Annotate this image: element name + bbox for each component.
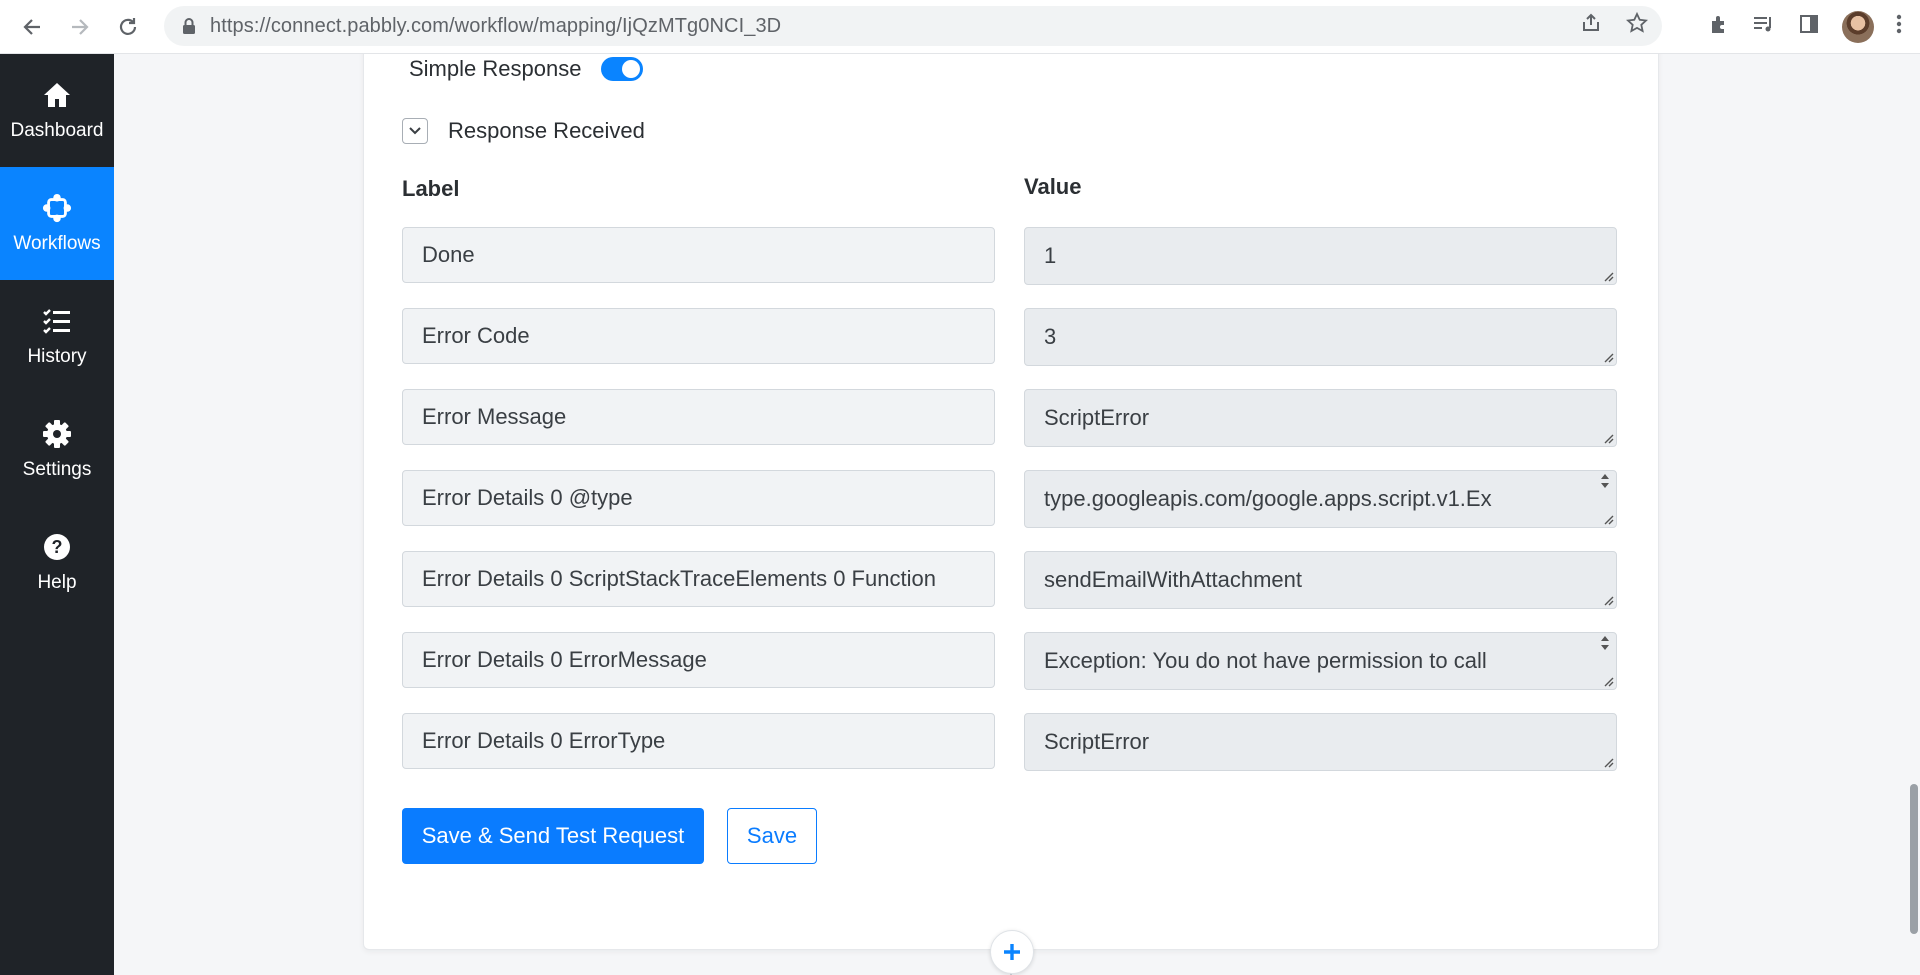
- history-icon: [42, 306, 72, 336]
- response-row: Error Details 0 ErrorType ScriptError: [402, 713, 1617, 771]
- label-field[interactable]: Error Details 0 ErrorType: [402, 713, 995, 769]
- svg-text:?: ?: [52, 537, 63, 557]
- scroll-down-icon[interactable]: [1600, 644, 1610, 651]
- resize-grip-icon[interactable]: [1600, 511, 1614, 525]
- star-icon[interactable]: [1625, 11, 1649, 40]
- extensions-icon[interactable]: [1708, 13, 1730, 41]
- scroll-up-icon[interactable]: [1600, 635, 1610, 642]
- scroll-up-icon[interactable]: [1600, 473, 1610, 480]
- value-column-header: Value: [1024, 174, 1082, 199]
- value-text: 3: [1044, 324, 1057, 349]
- label-column-header: Label: [402, 176, 460, 201]
- response-row: Done 1: [402, 227, 1617, 285]
- sidebar: Dashboard Workflows History Settings ? H…: [0, 54, 114, 975]
- resize-grip-icon[interactable]: [1600, 592, 1614, 606]
- share-icon[interactable]: [1580, 12, 1602, 40]
- value-field[interactable]: 1: [1024, 227, 1617, 285]
- forward-icon[interactable]: [60, 7, 100, 47]
- sidebar-item-help[interactable]: ? Help: [0, 506, 114, 619]
- main-content: Simple Response Response Received Label …: [114, 54, 1920, 975]
- response-row: Error Details 0 @type type.googleapis.co…: [402, 470, 1617, 528]
- gear-icon: [42, 419, 72, 449]
- response-row: Error Code 3: [402, 308, 1617, 366]
- sidebar-item-label: Help: [37, 571, 77, 593]
- workflow-icon: [42, 193, 72, 223]
- resize-grip-icon[interactable]: [1600, 754, 1614, 768]
- value-text: 1: [1044, 243, 1057, 268]
- response-row: Error Details 0 ScriptStackTraceElements…: [402, 551, 1617, 609]
- save-and-send-test-request-button[interactable]: Save & Send Test Request: [402, 808, 704, 864]
- resize-grip-icon[interactable]: [1600, 673, 1614, 687]
- label-field[interactable]: Error Code: [402, 308, 995, 364]
- label-field[interactable]: Done: [402, 227, 995, 283]
- menu-icon[interactable]: [1896, 13, 1902, 41]
- save-button[interactable]: Save: [727, 808, 817, 864]
- response-row: Error Details 0 ErrorMessage Exception: …: [402, 632, 1617, 690]
- lock-icon[interactable]: [182, 17, 196, 35]
- value-field[interactable]: ScriptError: [1024, 389, 1617, 447]
- simple-response-toggle[interactable]: [601, 57, 644, 81]
- value-field[interactable]: sendEmailWithAttachment: [1024, 551, 1617, 609]
- value-field[interactable]: Exception: You do not have permission to…: [1024, 632, 1617, 690]
- value-text: ScriptError: [1044, 729, 1150, 754]
- value-field[interactable]: ScriptError: [1024, 713, 1617, 771]
- plus-icon: [1004, 944, 1020, 960]
- sidepanel-icon[interactable]: [1798, 13, 1820, 41]
- sidebar-item-label: History: [27, 345, 87, 367]
- sidebar-item-label: Settings: [22, 458, 92, 480]
- add-step-button[interactable]: [990, 930, 1034, 974]
- sidebar-item-label: Dashboard: [10, 119, 104, 141]
- label-field[interactable]: Error Details 0 ErrorMessage: [402, 632, 995, 688]
- media-icon[interactable]: [1752, 13, 1776, 41]
- value-text: Exception: You do not have permission to…: [1044, 648, 1487, 673]
- url-text[interactable]: https://connect.pabbly.com/workflow/mapp…: [210, 15, 781, 38]
- resize-grip-icon[interactable]: [1600, 349, 1614, 363]
- address-bar[interactable]: https://connect.pabbly.com/workflow/mapp…: [164, 6, 1662, 46]
- profile-avatar[interactable]: [1842, 11, 1874, 43]
- label-field[interactable]: Error Details 0 @type: [402, 470, 995, 526]
- value-text: sendEmailWithAttachment: [1044, 567, 1302, 592]
- scrollbar-thumb[interactable]: [1910, 784, 1918, 934]
- value-field[interactable]: 3: [1024, 308, 1617, 366]
- sidebar-item-label: Workflows: [13, 232, 101, 254]
- value-field[interactable]: type.googleapis.com/google.apps.script.v…: [1024, 470, 1617, 528]
- chevron-down-icon[interactable]: [402, 118, 428, 144]
- response-received-label: Response Received: [448, 118, 645, 143]
- value-text: type.googleapis.com/google.apps.script.v…: [1044, 486, 1492, 511]
- sidebar-item-dashboard[interactable]: Dashboard: [0, 54, 114, 167]
- resize-grip-icon[interactable]: [1600, 268, 1614, 282]
- sidebar-item-settings[interactable]: Settings: [0, 393, 114, 506]
- home-icon: [42, 80, 72, 110]
- page-scrollbar[interactable]: [1906, 54, 1920, 975]
- simple-response-label: Simple Response: [409, 56, 582, 81]
- sidebar-item-history[interactable]: History: [0, 280, 114, 393]
- sidebar-item-workflows[interactable]: Workflows: [0, 167, 114, 280]
- response-row: Error Message ScriptError: [402, 389, 1617, 447]
- back-icon[interactable]: [12, 7, 52, 47]
- scroll-down-icon[interactable]: [1600, 482, 1610, 489]
- simple-response-row: Simple Response: [409, 54, 644, 84]
- label-field[interactable]: Error Details 0 ScriptStackTraceElements…: [402, 551, 995, 607]
- value-text: ScriptError: [1044, 405, 1150, 430]
- resize-grip-icon[interactable]: [1600, 430, 1614, 444]
- response-received-row[interactable]: Response Received: [402, 116, 645, 146]
- label-field[interactable]: Error Message: [402, 389, 995, 445]
- browser-toolbar: https://connect.pabbly.com/workflow/mapp…: [0, 0, 1920, 54]
- help-icon: ?: [42, 532, 72, 562]
- reload-icon[interactable]: [108, 7, 148, 47]
